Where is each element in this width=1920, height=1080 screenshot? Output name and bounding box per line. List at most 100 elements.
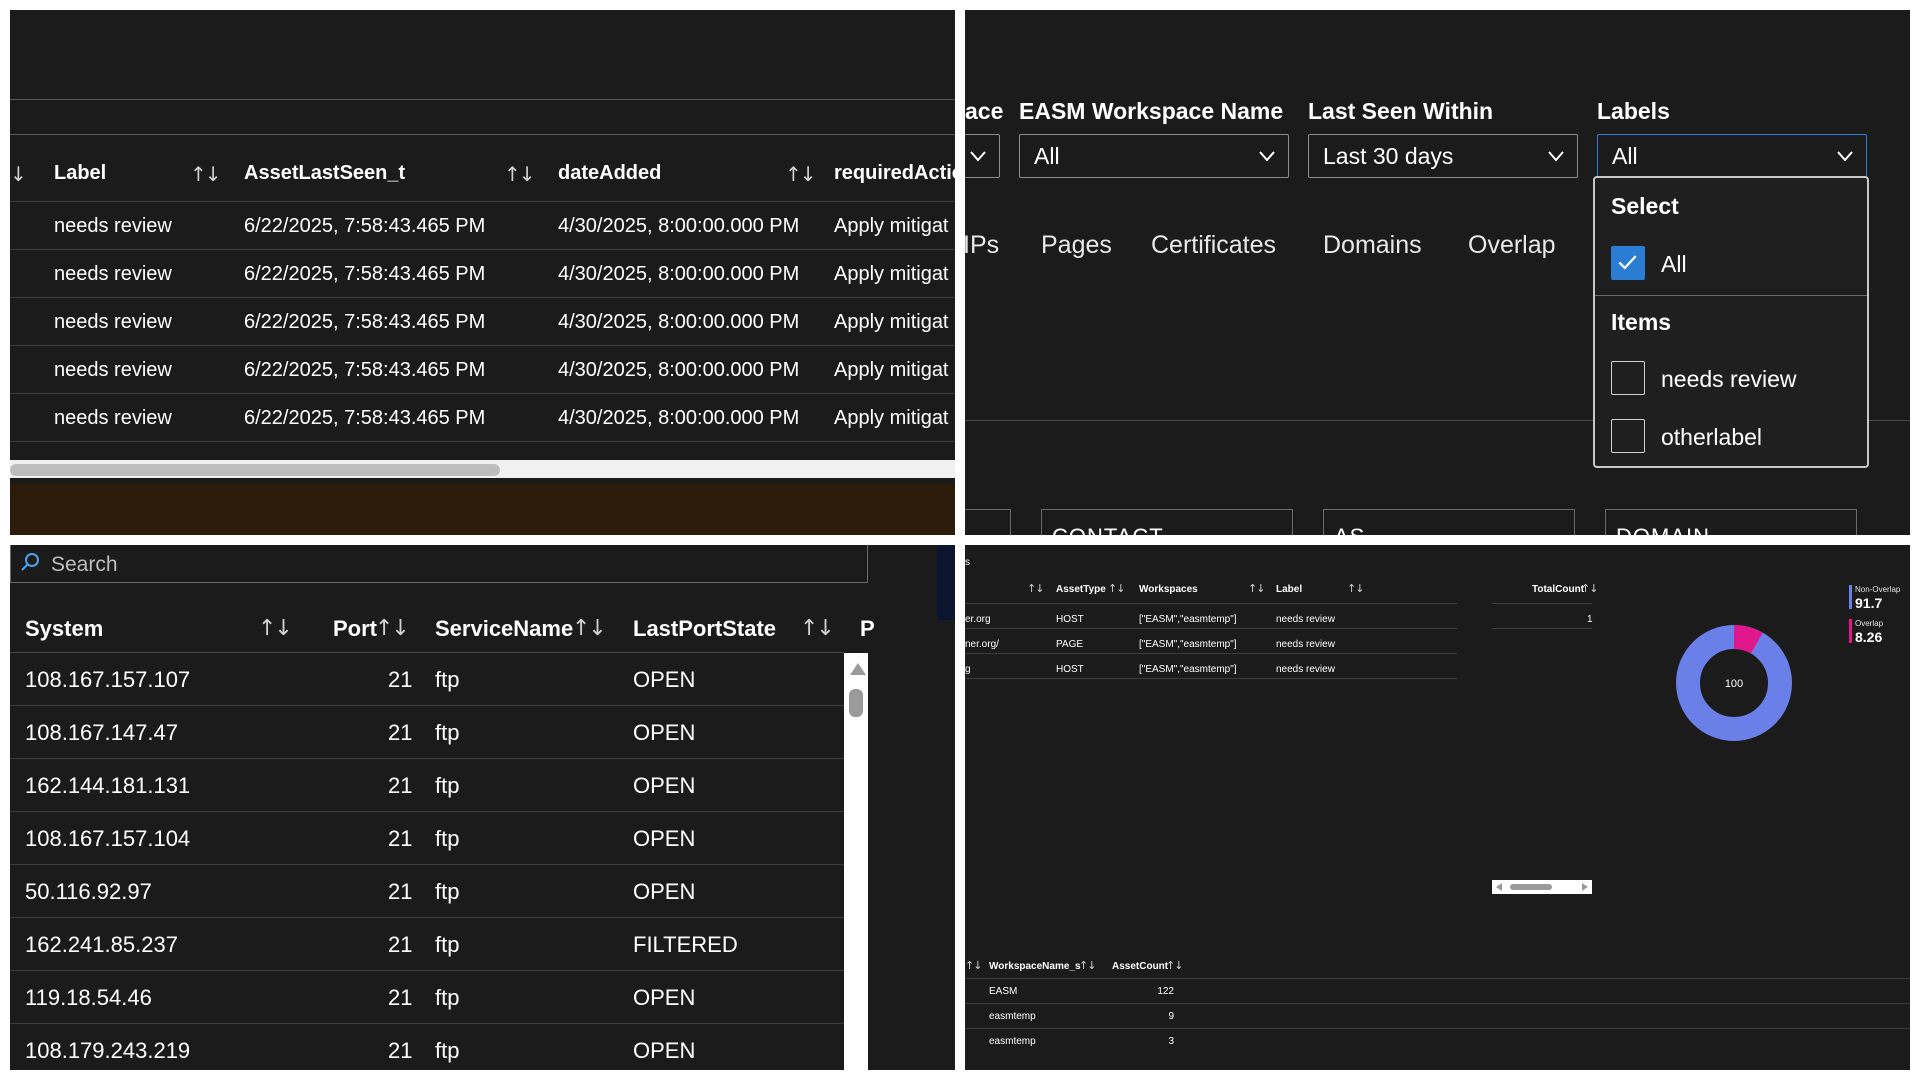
tab-ips[interactable]: IPs bbox=[965, 231, 999, 260]
column-header-workspaces[interactable]: Workspaces bbox=[1139, 584, 1198, 595]
search-input[interactable]: Search bbox=[51, 553, 118, 577]
column-header-workspacename[interactable]: WorkspaceName_s bbox=[989, 961, 1081, 972]
labels-dropdown[interactable]: All bbox=[1597, 134, 1867, 178]
table-row[interactable]: 162.144.181.131 21 ftp OPEN bbox=[10, 759, 844, 812]
cell-port: 21 bbox=[388, 773, 413, 798]
table-row[interactable]: 108.167.157.104 21 ftp OPEN bbox=[10, 812, 844, 865]
table-row[interactable]: 108.167.147.47 21 ftp OPEN bbox=[10, 706, 844, 759]
tab-overlap[interactable]: Overlap bbox=[1468, 231, 1556, 260]
divider bbox=[965, 628, 1457, 629]
sort-icon[interactable]: ↑↓ bbox=[190, 162, 221, 186]
sort-icon[interactable]: ↑↓ bbox=[965, 959, 982, 972]
table-row[interactable]: needs review 6/22/2025, 7:58:43.465 PM 4… bbox=[10, 202, 955, 250]
easm-workspace-dropdown[interactable]: All bbox=[1019, 134, 1289, 178]
sort-icon[interactable]: ↑↓ bbox=[572, 616, 607, 641]
otherlabel-label[interactable]: otherlabel bbox=[1661, 424, 1762, 451]
cell-action: Apply mitigat bbox=[834, 407, 949, 429]
column-header-label[interactable]: Label bbox=[54, 162, 106, 185]
sort-icon[interactable]: ↑↓ bbox=[1248, 582, 1265, 595]
column-header-partial[interactable]: P bbox=[860, 616, 875, 642]
sort-icon[interactable]: ↑↓ bbox=[1027, 582, 1044, 595]
cell-state: OPEN bbox=[633, 1038, 696, 1063]
sort-icon[interactable]: ↑↓ bbox=[800, 616, 835, 641]
checkmark-icon bbox=[1618, 255, 1637, 270]
cell-service: ftp bbox=[435, 1038, 460, 1063]
scrollbar-thumb[interactable] bbox=[10, 464, 500, 476]
column-header-assetlastseen[interactable]: AssetLastSeen_t bbox=[244, 162, 405, 185]
cell-dateadded: 4/30/2025, 8:00:00.000 PM bbox=[558, 215, 800, 237]
sort-icon[interactable]: ↑↓ bbox=[1347, 582, 1364, 595]
column-header-label[interactable]: Label bbox=[1276, 584, 1302, 595]
cell-asset-count: 9 bbox=[1168, 1011, 1174, 1022]
table-row[interactable]: 108.167.157.107 21 ftp OPEN bbox=[10, 653, 844, 706]
workspace-dropdown-partial[interactable] bbox=[965, 134, 1000, 178]
tab-pages[interactable]: Pages bbox=[1041, 231, 1112, 260]
table-row[interactable]: needs review 6/22/2025, 7:58:43.465 PM 4… bbox=[10, 250, 955, 298]
cell-port: 21 bbox=[388, 1038, 413, 1063]
chevron-down-icon bbox=[1837, 151, 1853, 162]
sort-icon[interactable]: ↑↓ bbox=[1581, 582, 1598, 595]
select-heading: Select bbox=[1611, 193, 1679, 219]
scroll-up-arrow-icon[interactable] bbox=[850, 663, 866, 675]
cell-dateadded: 4/30/2025, 8:00:00.000 PM bbox=[558, 359, 800, 381]
horizontal-scrollbar[interactable] bbox=[10, 460, 955, 478]
scroll-left-arrow-icon[interactable] bbox=[1496, 883, 1502, 891]
search-box[interactable]: Search bbox=[10, 545, 868, 583]
legend-swatch-overlap bbox=[1849, 619, 1852, 643]
table-row[interactable]: needs review 6/22/2025, 7:58:43.465 PM 4… bbox=[10, 298, 955, 346]
column-header-assettype[interactable]: AssetType bbox=[1056, 584, 1106, 595]
scrollbar-thumb[interactable] bbox=[849, 689, 863, 717]
sort-icon[interactable]: ↑↓ bbox=[375, 616, 410, 641]
divider bbox=[965, 1003, 1910, 1004]
table-row[interactable]: 119.18.54.46 21 ftp OPEN bbox=[10, 971, 844, 1024]
filter-label-easm-workspace: EASM Workspace Name bbox=[1019, 98, 1284, 124]
cell-system: 119.18.54.46 bbox=[25, 985, 152, 1010]
sort-icon[interactable]: ↑↓ bbox=[504, 162, 535, 186]
table-row[interactable]: 108.179.243.219 21 ftp OPEN bbox=[10, 1024, 844, 1070]
needs-review-label[interactable]: needs review bbox=[1661, 366, 1797, 393]
cell-lastseen: 6/22/2025, 7:58:43.465 PM bbox=[244, 311, 486, 333]
sort-icon[interactable]: ↑↓ bbox=[1166, 959, 1183, 972]
vertical-scrollbar[interactable] bbox=[844, 653, 868, 1070]
needs-review-checkbox[interactable] bbox=[1611, 361, 1645, 395]
column-header-port[interactable]: Port bbox=[333, 616, 377, 642]
filters-panel: ace EASM Workspace Name All Last Seen Wi… bbox=[965, 10, 1910, 535]
cell-action: Apply mitigat bbox=[834, 215, 949, 237]
cell-label: needs review bbox=[54, 263, 172, 285]
legend-label-non-overlap: Non-Overlap bbox=[1855, 585, 1901, 594]
divider bbox=[965, 978, 1910, 979]
donut-center-label: 100 bbox=[1725, 678, 1743, 690]
otherlabel-checkbox[interactable] bbox=[1611, 419, 1645, 453]
cell-port: 21 bbox=[388, 720, 413, 745]
scrollbar-thumb[interactable] bbox=[1510, 884, 1552, 890]
last-seen-dropdown[interactable]: Last 30 days bbox=[1308, 134, 1578, 178]
select-all-label[interactable]: All bbox=[1661, 251, 1687, 278]
table-row[interactable]: needs review 6/22/2025, 7:58:43.465 PM 4… bbox=[10, 394, 955, 442]
column-header-lastportstate[interactable]: LastPortState bbox=[633, 616, 776, 642]
select-all-checkbox[interactable] bbox=[1611, 246, 1645, 280]
sort-icon[interactable]: ↑↓ bbox=[1108, 582, 1125, 595]
table-row[interactable]: 50.116.92.97 21 ftp OPEN bbox=[10, 865, 844, 918]
sort-icon[interactable]: ↓ bbox=[10, 162, 27, 186]
overlap-donut-chart: 100 bbox=[1676, 625, 1792, 741]
sort-icon[interactable]: ↑↓ bbox=[785, 162, 816, 186]
column-header-system[interactable]: System bbox=[25, 616, 103, 642]
scroll-right-arrow-icon[interactable] bbox=[1582, 883, 1588, 891]
sort-icon[interactable]: ↑↓ bbox=[258, 616, 293, 641]
column-header-servicename[interactable]: ServiceName bbox=[435, 616, 573, 642]
summary-card-contact: CONTACT bbox=[1041, 509, 1293, 535]
horizontal-scrollbar[interactable] bbox=[1492, 880, 1592, 894]
cell-action: Apply mitigat bbox=[834, 311, 949, 333]
table-row[interactable]: 162.241.85.237 21 ftp FILTERED bbox=[10, 918, 844, 971]
cell-label: needs review bbox=[54, 407, 172, 429]
cell-state: OPEN bbox=[633, 773, 696, 798]
table-row[interactable]: needs review 6/22/2025, 7:58:43.465 PM 4… bbox=[10, 346, 955, 394]
column-header-dateadded[interactable]: dateAdded bbox=[558, 162, 661, 185]
tab-certificates[interactable]: Certificates bbox=[1151, 231, 1276, 260]
column-header-assetcount[interactable]: AssetCount bbox=[1112, 961, 1168, 972]
tab-domains[interactable]: Domains bbox=[1323, 231, 1422, 260]
ports-panel: Search System ↑↓ Port ↑↓ ServiceName ↑↓ … bbox=[10, 545, 955, 1070]
column-header-totalcount[interactable]: TotalCount bbox=[1532, 584, 1584, 595]
sort-icon[interactable]: ↑↓ bbox=[1079, 959, 1096, 972]
column-header-requiredaction[interactable]: requiredActio bbox=[834, 162, 955, 185]
